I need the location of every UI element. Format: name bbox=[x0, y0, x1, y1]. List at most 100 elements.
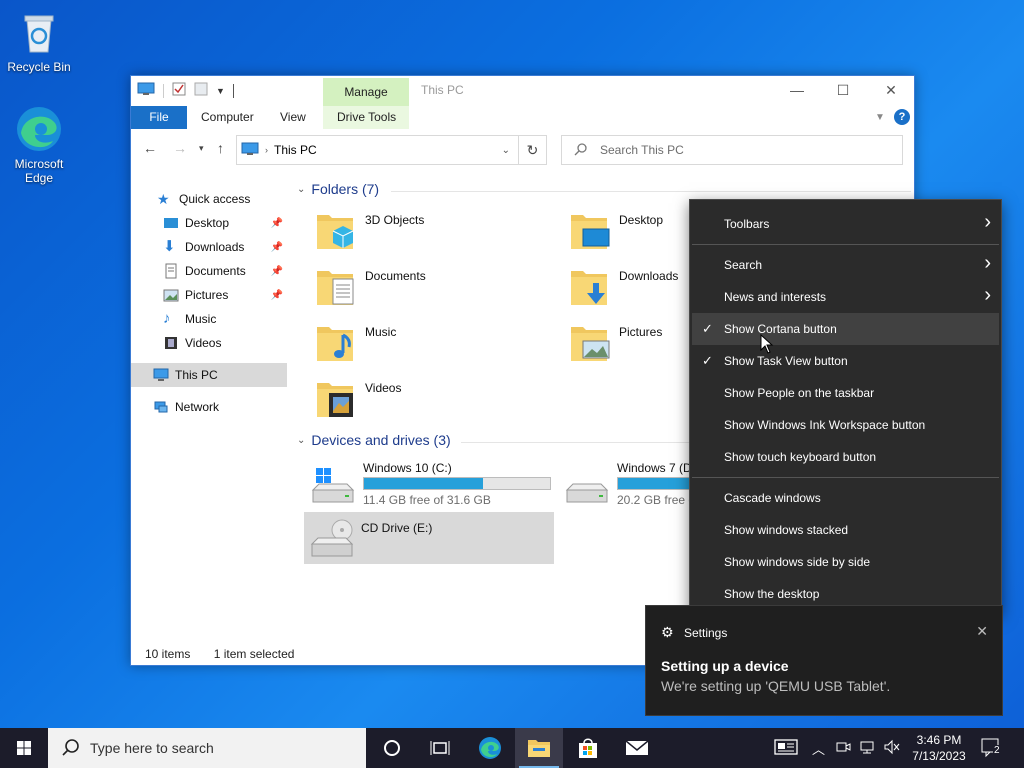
recent-locations-icon[interactable]: ▾ bbox=[199, 143, 204, 154]
navigation-pane: ★ Quick access Desktop 📌 ⬇ Downloads 📌 D… bbox=[131, 180, 287, 620]
taskbar-edge[interactable] bbox=[466, 728, 514, 768]
task-view-button[interactable] bbox=[416, 728, 464, 768]
gear-icon: ⚙ bbox=[661, 624, 674, 640]
drive-e-tile[interactable]: CD Drive (E:) bbox=[304, 512, 554, 564]
context-menu-item[interactable]: ✓ Show Task View button bbox=[692, 345, 999, 377]
pictures-icon bbox=[163, 287, 179, 303]
volume-muted-icon[interactable] bbox=[883, 739, 901, 758]
start-button[interactable] bbox=[0, 728, 48, 768]
context-menu-label: Show Cortana button bbox=[724, 322, 837, 336]
music-icon: ♪ bbox=[163, 310, 171, 327]
nav-videos[interactable]: Videos bbox=[131, 331, 287, 355]
context-menu-label: Show touch keyboard button bbox=[724, 450, 877, 464]
context-menu-item[interactable]: ✓ Show Cortana button bbox=[692, 313, 999, 345]
divider bbox=[692, 477, 999, 478]
computer-icon bbox=[137, 82, 155, 99]
drive-c[interactable]: Windows 10 (C:) 11.4 GB free of 31.6 GB bbox=[305, 458, 555, 510]
forward-arrow-icon[interactable]: → bbox=[173, 140, 187, 156]
new-folder-icon[interactable] bbox=[194, 82, 208, 99]
desktop-icon-recycle-bin[interactable]: Recycle Bin bbox=[1, 8, 77, 74]
action-center-button[interactable]: 2 bbox=[980, 736, 1006, 760]
folder-documents[interactable]: Documents bbox=[315, 265, 565, 315]
quick-access-toolbar: ▼ bbox=[137, 82, 234, 99]
group-header-folders[interactable]: ⌄ Folders (7) bbox=[297, 181, 379, 197]
breadcrumb[interactable]: This PC bbox=[274, 143, 317, 157]
taskbar-file-explorer[interactable] bbox=[515, 728, 563, 768]
address-dropdown-icon[interactable]: ⌄ bbox=[502, 145, 510, 156]
maximize-button[interactable]: ☐ bbox=[820, 76, 866, 104]
news-icon[interactable] bbox=[774, 738, 798, 758]
folder-videos[interactable]: Videos bbox=[315, 377, 565, 427]
properties-icon[interactable] bbox=[172, 82, 186, 99]
nav-pictures[interactable]: Pictures 📌 bbox=[131, 283, 287, 307]
taskbar-mail[interactable] bbox=[613, 728, 661, 768]
nav-desktop[interactable]: Desktop 📌 bbox=[131, 211, 287, 235]
clock[interactable]: 3:46 PM 7/13/2023 bbox=[906, 732, 972, 764]
pin-icon[interactable]: 📌 bbox=[271, 266, 283, 277]
taskbar[interactable]: Type here to search ︿ 3:46 PM 7/13/2023 bbox=[0, 728, 1024, 768]
clock-time: 3:46 PM bbox=[916, 733, 962, 747]
help-icon[interactable]: ? bbox=[894, 109, 910, 125]
group-header-devices[interactable]: ⌄ Devices and drives (3) bbox=[297, 432, 451, 448]
context-menu-item[interactable]: Show windows side by side bbox=[692, 546, 999, 578]
close-button[interactable]: ✕ bbox=[868, 76, 914, 104]
pin-icon[interactable]: 📌 bbox=[271, 290, 283, 301]
taskbar-store[interactable] bbox=[564, 728, 612, 768]
tab-file[interactable]: File bbox=[131, 106, 187, 129]
up-arrow-icon[interactable]: ↑ bbox=[217, 140, 224, 156]
collapse-chevron-icon[interactable]: ⌄ bbox=[297, 435, 305, 446]
breadcrumb-separator-icon[interactable]: › bbox=[265, 145, 268, 155]
minimize-button[interactable]: — bbox=[774, 76, 820, 104]
back-arrow-icon[interactable]: ← bbox=[143, 140, 157, 156]
folder-label: Documents bbox=[365, 269, 426, 283]
context-menu-item[interactable]: Show touch keyboard button bbox=[692, 441, 999, 473]
toast-title: Setting up a device bbox=[661, 658, 789, 674]
nav-downloads[interactable]: ⬇ Downloads 📌 bbox=[131, 235, 287, 259]
nav-documents[interactable]: Documents 📌 bbox=[131, 259, 287, 283]
context-menu-label: Show the desktop bbox=[724, 587, 820, 601]
chevron-up-icon[interactable]: ︿ bbox=[812, 739, 825, 758]
drive-label: CD Drive (E:) bbox=[361, 521, 433, 535]
tab-drive-tools[interactable]: Drive Tools bbox=[337, 106, 396, 129]
tab-manage[interactable]: Manage bbox=[323, 78, 409, 106]
tab-view[interactable]: View bbox=[280, 106, 306, 129]
desktop-icon-edge[interactable]: Microsoft Edge bbox=[1, 105, 77, 185]
desktop-folder-icon bbox=[569, 209, 613, 253]
collapse-chevron-icon[interactable]: ⌄ bbox=[297, 184, 305, 195]
nav-quick-access[interactable]: ★ Quick access bbox=[131, 187, 287, 211]
taskbar-search-box[interactable]: Type here to search bbox=[48, 728, 366, 768]
network-icon[interactable] bbox=[859, 739, 875, 758]
context-menu-item[interactable]: Show windows stacked bbox=[692, 514, 999, 546]
nav-network[interactable]: Network bbox=[131, 395, 287, 419]
folder-3d-objects[interactable]: 3D Objects bbox=[315, 209, 565, 259]
chevron-down-icon[interactable]: ▼ bbox=[216, 86, 225, 96]
cortana-button[interactable] bbox=[368, 728, 416, 768]
nav-this-pc[interactable]: This PC bbox=[131, 363, 287, 387]
music-folder-icon bbox=[315, 321, 359, 365]
close-icon[interactable]: ✕ bbox=[976, 623, 988, 640]
context-menu-item[interactable]: News and interests › bbox=[692, 281, 999, 313]
pictures-folder-icon bbox=[569, 321, 613, 365]
divider bbox=[692, 244, 999, 245]
mail-icon bbox=[625, 740, 649, 755]
pin-icon[interactable]: 📌 bbox=[271, 218, 283, 229]
folder-label: Pictures bbox=[619, 325, 663, 339]
context-menu-item[interactable]: Show Windows Ink Workspace button bbox=[692, 409, 999, 441]
address-bar-row: ← → ▾ ↑ › This PC ⌄ ↻ Search This PC bbox=[131, 132, 914, 166]
toast-notification[interactable]: ⚙ Settings ✕ Setting up a device We're s… bbox=[645, 605, 1003, 716]
context-menu-item[interactable]: Search › bbox=[692, 249, 999, 281]
nav-label: Desktop bbox=[185, 216, 230, 230]
context-menu-item[interactable]: Toolbars › bbox=[692, 208, 999, 240]
context-menu-item[interactable]: Show People on the taskbar bbox=[692, 377, 999, 409]
refresh-button[interactable]: ↻ bbox=[519, 135, 547, 165]
meet-now-icon[interactable] bbox=[835, 739, 851, 758]
status-item-count: 10 items bbox=[145, 647, 191, 661]
context-menu-item[interactable]: Cascade windows bbox=[692, 482, 999, 514]
nav-music[interactable]: ♪ Music bbox=[131, 307, 287, 331]
search-input[interactable]: Search This PC bbox=[561, 135, 903, 165]
address-field[interactable]: › This PC ⌄ bbox=[236, 135, 519, 165]
pin-icon[interactable]: 📌 bbox=[271, 242, 283, 253]
folder-music[interactable]: Music bbox=[315, 321, 565, 371]
expand-ribbon-icon[interactable]: ▼ bbox=[875, 106, 885, 129]
tab-computer[interactable]: Computer bbox=[201, 106, 254, 129]
